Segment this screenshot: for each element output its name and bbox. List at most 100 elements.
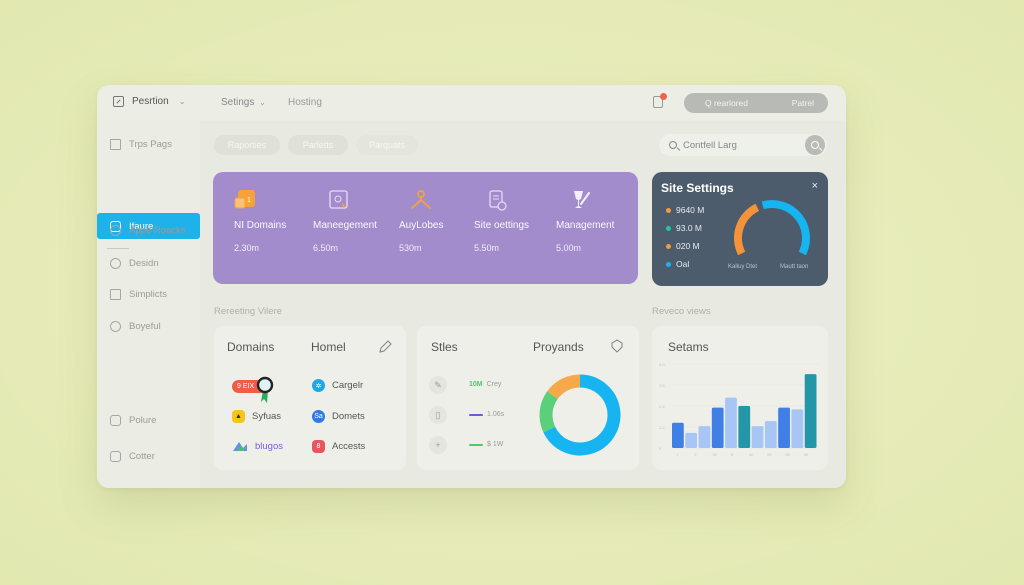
domains-card: Domains Homel 9 EIX ▲ Syfuas blugos ✲ Ca… bbox=[214, 326, 406, 470]
chat-icon bbox=[110, 225, 121, 236]
app-item-syfuas[interactable]: ▲ Syfuas bbox=[232, 410, 281, 423]
metric-label: NI Domains bbox=[234, 220, 287, 231]
metric-value: 2.30m bbox=[234, 243, 260, 253]
stat-line bbox=[469, 443, 483, 446]
gauge-caption: Mautt taon bbox=[780, 264, 809, 270]
stat-row: 10M Crey bbox=[469, 381, 501, 388]
tag-icon[interactable] bbox=[610, 339, 624, 353]
bar bbox=[791, 409, 804, 448]
stat-label: Crey bbox=[486, 381, 502, 388]
bar bbox=[725, 397, 737, 448]
bar bbox=[764, 421, 777, 448]
search-button[interactable] bbox=[805, 135, 825, 155]
bar bbox=[738, 406, 751, 448]
metric-label: Maneegement bbox=[313, 220, 377, 231]
bar bbox=[804, 374, 817, 448]
search-value: Contfell Larg bbox=[683, 139, 737, 151]
metric-management[interactable]: Management 5.00m bbox=[556, 190, 646, 253]
clock-icon bbox=[110, 258, 121, 269]
sidebar-item-label: Trps Pags bbox=[129, 139, 172, 150]
stat-label: 1.06s bbox=[487, 411, 505, 418]
blugos-logo-icon bbox=[233, 442, 247, 451]
pill-user[interactable]: Patrel bbox=[792, 98, 814, 108]
donut-slice-green bbox=[539, 391, 558, 433]
brand-menu[interactable]: Pesrtion ⌄ bbox=[113, 96, 185, 107]
app-item-domets[interactable]: Sa Domets bbox=[312, 410, 365, 423]
app-icon: ▲ bbox=[232, 410, 245, 423]
bar bbox=[685, 432, 698, 448]
sidebar-item-cotter[interactable]: Cotter bbox=[110, 451, 155, 462]
x-tick-label: 40 bbox=[749, 452, 754, 457]
close-icon[interactable]: × bbox=[812, 180, 818, 192]
donut-slice-orange bbox=[547, 374, 581, 400]
section-label: Reveco views bbox=[652, 306, 711, 317]
app-item-blugos[interactable]: blugos bbox=[232, 440, 283, 452]
x-tick-label: 1 bbox=[676, 452, 679, 457]
metric-site-oettings[interactable]: Site oettings 5.50m bbox=[474, 190, 564, 253]
chevron-down-icon: ⌄ bbox=[259, 98, 266, 107]
metric-label: Site oettings bbox=[474, 220, 530, 231]
legend-label: 9640 M bbox=[676, 205, 705, 215]
columns-icon bbox=[110, 289, 121, 300]
gauge-chart bbox=[734, 200, 810, 256]
list-icon bbox=[110, 139, 121, 150]
card-subtitle: Proyands bbox=[533, 340, 584, 354]
bar bbox=[778, 407, 790, 448]
search-input[interactable]: Contfell Larg bbox=[659, 134, 827, 156]
nav-hosting[interactable]: Hosting bbox=[288, 97, 322, 108]
filter-chip[interactable]: Parquats bbox=[356, 135, 418, 155]
brand-name: Pesrtion bbox=[132, 96, 169, 107]
app-label: blugos bbox=[255, 440, 283, 452]
pill-search[interactable]: Q rearlored bbox=[705, 98, 748, 108]
section-label: Rereeting Vilere bbox=[214, 306, 282, 317]
badge-icon bbox=[110, 321, 121, 332]
setams-card: Setams 0 1.2 2.4 3.6 5.0 1 2 30 8 40 50 55 50 bbox=[652, 326, 828, 470]
sidebar-item-appe-roacks[interactable]: Appe Roacks bbox=[110, 225, 186, 236]
legend-dot bbox=[666, 225, 671, 231]
sidebar-item-desidn[interactable]: Desidn bbox=[110, 258, 159, 269]
metric-maneegement[interactable]: Maneegement 6.50m bbox=[313, 190, 403, 253]
account-pill[interactable]: Q rearlored Patrel bbox=[684, 93, 828, 113]
app-label: Cargelr bbox=[332, 380, 364, 391]
tablet-icon[interactable]: ▯ bbox=[429, 406, 447, 424]
metric-ni-domains[interactable]: 1 NI Domains 2.30m bbox=[234, 190, 324, 253]
card-title: Stles bbox=[431, 340, 458, 354]
pencil-icon[interactable] bbox=[378, 340, 392, 354]
app-icon: 8 bbox=[312, 440, 325, 453]
sidebar-item-label: Simplicts bbox=[129, 289, 168, 300]
plus-icon[interactable]: + bbox=[429, 436, 447, 454]
sidebar-item-trps-pags[interactable]: Trps Pags bbox=[110, 139, 172, 150]
top-bar: Pesrtion ⌄ Setings ⌄ Hosting Q rearlored… bbox=[97, 85, 846, 121]
bar bbox=[711, 407, 724, 448]
filter-chip[interactable]: Parletts bbox=[288, 135, 348, 155]
app-item-cargelr[interactable]: ✲ Cargelr bbox=[312, 379, 363, 392]
sidebar-item-simplicts[interactable]: Simplicts bbox=[110, 289, 167, 300]
feather-icon[interactable]: ✎ bbox=[429, 376, 447, 394]
sidebar-item-label: Polure bbox=[129, 415, 157, 426]
x-tick-label: 50 bbox=[804, 452, 809, 457]
touch-screen-icon bbox=[329, 190, 348, 209]
domains-icon: 1 bbox=[234, 190, 255, 209]
bag-icon bbox=[110, 415, 121, 426]
chart-title: Setams bbox=[668, 340, 709, 354]
sidebar-item-polure[interactable]: Polure bbox=[110, 415, 156, 426]
legend-dot bbox=[666, 261, 671, 267]
sidebar-item-boyeful[interactable]: Boyeful bbox=[110, 321, 161, 332]
x-tick-label: 2 bbox=[694, 452, 697, 457]
filter-chip[interactable]: Raporties bbox=[214, 135, 280, 155]
app-label: Domets bbox=[332, 411, 365, 422]
notification-badge bbox=[660, 93, 667, 100]
y-tick-label: 1.2 bbox=[659, 425, 665, 430]
x-tick-label: 55 bbox=[786, 452, 791, 457]
edit-logo-icon bbox=[113, 96, 124, 107]
metric-label: Management bbox=[556, 220, 615, 231]
gauge-arc-orange bbox=[734, 203, 760, 256]
nav-settings[interactable]: Setings ⌄ bbox=[221, 97, 266, 108]
app-item-accests[interactable]: 8 Accests bbox=[312, 440, 365, 453]
y-tick-label: 3.6 bbox=[659, 383, 665, 388]
y-tick-label: 0 bbox=[659, 446, 662, 451]
metric-value: 5.50m bbox=[474, 243, 500, 253]
sidebar-item-label: Appe Roacks bbox=[129, 225, 186, 236]
legend-item: 020 M bbox=[666, 241, 700, 251]
gauge-caption: Kalluy Dtet bbox=[728, 264, 758, 270]
